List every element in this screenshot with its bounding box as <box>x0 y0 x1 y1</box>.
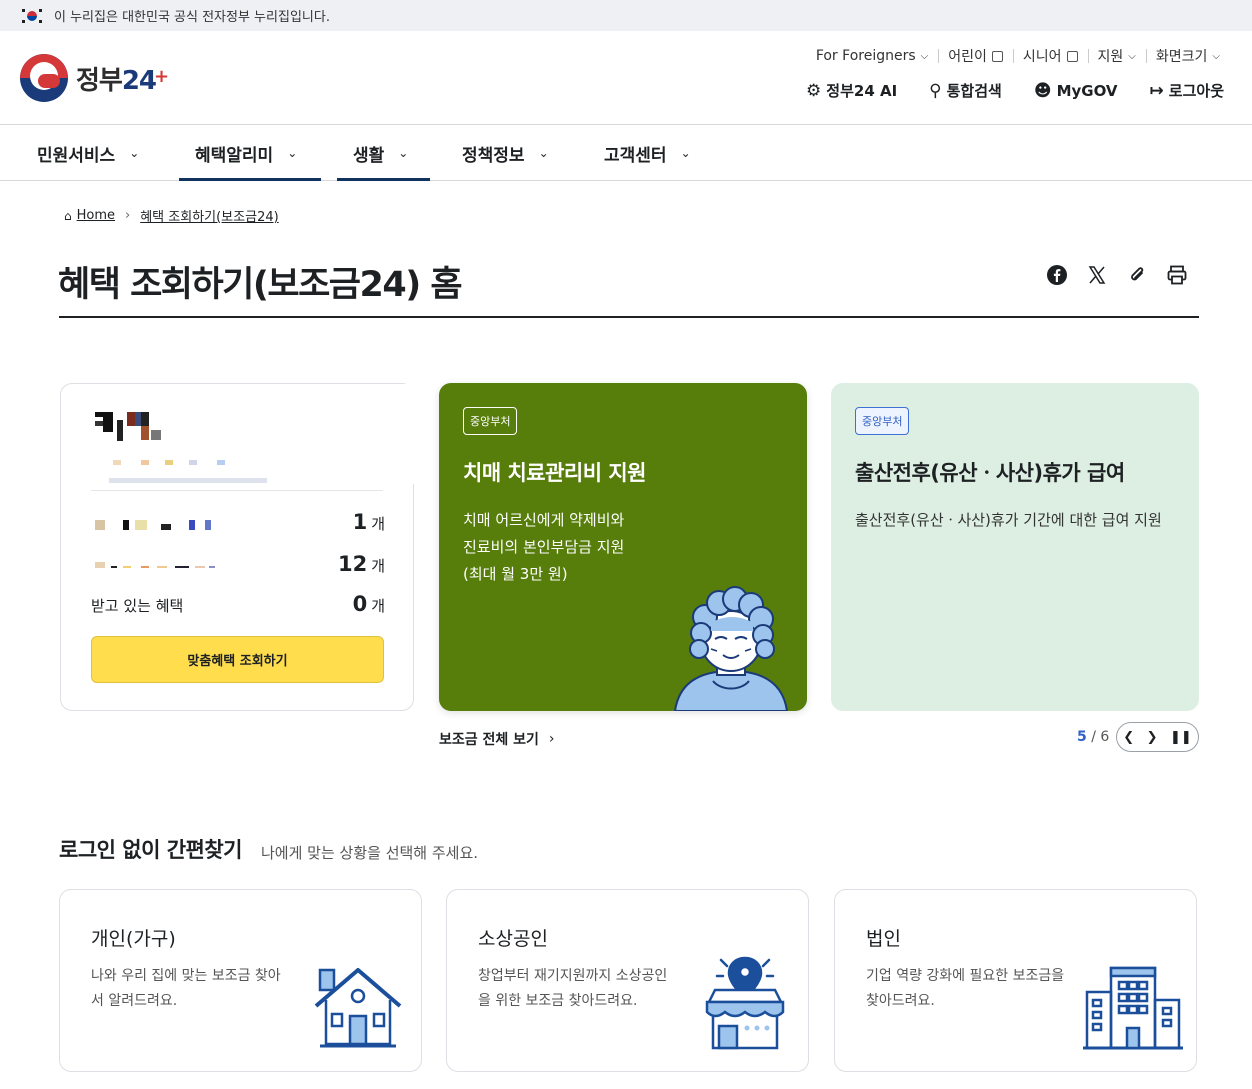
quick-card-title: 법인 <box>866 928 901 950</box>
custom-benefit-search-button[interactable]: 맞춤혜택 조회하기 <box>91 636 384 683</box>
office-building-icon <box>1083 966 1183 1050</box>
ai-robot-icon: ⚙ <box>806 80 822 101</box>
global-nav: 민원서비스 ⌄ 혜택알리미 ⌄ 생활 ⌄ 정책정보 ⌄ 고객센터 ⌄ <box>0 124 1252 181</box>
redacted-user-name <box>95 412 185 444</box>
util-for-foreigners[interactable]: For Foreigners ⌵ <box>806 48 938 64</box>
redacted-progress-bar <box>109 478 267 483</box>
home-icon: ⌂ <box>64 208 72 223</box>
chevron-down-icon: ⌄ <box>680 146 691 160</box>
quick-card-desc: 기업 역량 강화에 필요한 보조금을 찾아드려요. <box>866 968 1065 1009</box>
quick-card-title: 개인(가구) <box>91 928 176 950</box>
chevron-down-icon: ⌵ <box>1128 50 1136 62</box>
row2-count: 12 <box>337 552 368 576</box>
title-divider <box>59 316 1199 318</box>
next-slide-icon[interactable]: ❯ <box>1147 730 1158 745</box>
utility-nav: For Foreigners ⌵ 어린이 시니어 지원 ⌵ 화면크기 ⌵ <box>806 46 1230 66</box>
slide-controls: ❮ ❯ ❚❚ <box>1116 722 1199 752</box>
util-senior[interactable]: 시니어 <box>1012 46 1088 66</box>
quick-find-title: 로그인 없이 간편찾기 <box>59 838 243 862</box>
util-support[interactable]: 지원 ⌵ <box>1087 46 1146 66</box>
external-link-icon <box>991 50 1003 62</box>
quick-card-desc: 창업부터 재기지원까지 소상공인을 위한 보조금 찾아드려요. <box>478 968 668 1009</box>
benefit-tag: 중앙부처 <box>463 407 518 435</box>
gnb-policy-info[interactable]: 정책정보 ⌄ <box>462 125 549 181</box>
taegeuk-logo-icon <box>20 54 68 102</box>
mygov-button[interactable]: ☻ MyGOV <box>1034 81 1118 101</box>
row3-count: 0 <box>352 592 368 616</box>
quick-find-corporation[interactable]: 법인 기업 역량 강화에 필요한 보조금을 찾아드려요. <box>834 889 1197 1072</box>
search-icon: ⚲ <box>929 80 942 101</box>
chevron-down-icon: ⌄ <box>538 146 549 160</box>
receiving-benefits-label: 받고 있는 혜택 <box>91 597 184 615</box>
user-icon: ☻ <box>1033 80 1052 101</box>
quick-find-individual[interactable]: 개인(가구) 나와 우리 집에 맞는 보조금 찾아서 알려드려요. <box>59 889 422 1072</box>
benefit-title: 치매 치료관리비 지원 <box>463 461 647 485</box>
page-title: 혜택 조회하기(보조금24) 홈 <box>58 265 463 305</box>
facebook-icon[interactable] <box>1045 263 1069 287</box>
benefit-desc: 출산전후(유산ㆍ사산)휴가 기간에 대한 급여 지원 <box>855 511 1162 529</box>
print-icon[interactable] <box>1165 263 1189 287</box>
share-tools <box>1045 263 1205 287</box>
external-link-icon <box>1066 50 1078 62</box>
row1-count: 1 <box>352 510 368 534</box>
house-icon <box>314 968 402 1048</box>
breadcrumb: ⌂ Home › 혜택 조회하기(보조금24) <box>64 206 279 225</box>
quick-find-subtitle: 나에게 맞는 상황을 선택해 주세요. <box>261 844 479 862</box>
pager-current: 5 <box>1077 729 1087 745</box>
pause-icon[interactable]: ❚❚ <box>1170 730 1192 745</box>
main-utility-nav: ⚙ 정부24 AI ⚲ 통합검색 ☻ MyGOV ↦ 로그아웃 <box>774 80 1224 101</box>
benefit-card-dementia[interactable]: 중앙부처 치매 치료관리비 지원 치매 어르신에게 약제비와 진료비의 본인부담… <box>439 383 807 711</box>
pager-total: 6 <box>1100 729 1110 745</box>
benefit-card-maternity-leave[interactable]: 중앙부처 출산전후(유산ㆍ사산)휴가 급여 출산전후(유산ㆍ사산)휴가 기간에 … <box>831 383 1199 711</box>
benefit-desc: 치매 어르신에게 약제비와 진료비의 본인부담금 지원 (최대 월 3만 원) <box>463 511 625 583</box>
breadcrumb-separator-icon: › <box>125 208 131 223</box>
benefit-tag: 중앙부처 <box>855 407 910 435</box>
x-twitter-icon[interactable] <box>1085 263 1109 287</box>
logo-wordmark: 정부24 + <box>76 65 169 96</box>
chevron-down-icon: ⌄ <box>398 146 409 160</box>
gov-banner: 이 누리집은 대한민국 공식 전자정부 누리집입니다. <box>0 0 1252 31</box>
gnb-customer-center[interactable]: 고객센터 ⌄ <box>604 125 691 181</box>
logout-icon: ↦ <box>1149 80 1164 101</box>
gnb-life[interactable]: 생활 ⌄ <box>337 125 430 181</box>
benefit-title: 출산전후(유산ㆍ사산)휴가 급여 <box>855 461 1125 485</box>
senior-illustration-icon <box>673 586 789 711</box>
row2-unit: 개 <box>371 557 385 575</box>
user-benefit-summary-card: 1개 12 개 받고 있는 혜택 0개 맞춤혜택 조회하기 <box>60 383 414 711</box>
link-copy-icon[interactable] <box>1125 263 1149 287</box>
store-location-icon <box>705 956 785 1050</box>
chevron-down-icon: ⌄ <box>129 146 140 160</box>
util-screen-size[interactable]: 화면크기 ⌵ <box>1145 46 1230 66</box>
integrated-search-button[interactable]: ⚲ 통합검색 <box>929 80 1002 101</box>
quick-card-desc: 나와 우리 집에 맞는 보조금 찾아서 알려드려요. <box>91 968 281 1009</box>
chevron-down-icon: ⌄ <box>287 146 298 160</box>
gov24-ai-button[interactable]: ⚙ 정부24 AI <box>806 80 897 101</box>
breadcrumb-current[interactable]: 혜택 조회하기(보조금24) <box>140 206 278 225</box>
gnb-benefit-alert[interactable]: 혜택알리미 ⌄ <box>179 125 321 181</box>
user-card-row: 1개 <box>91 510 385 534</box>
chevron-down-icon: ⌵ <box>920 50 929 62</box>
row1-unit: 개 <box>371 515 385 533</box>
all-subsidies-link[interactable]: 보조금 전체 보기 › <box>439 729 555 749</box>
chevron-down-icon: ⌵ <box>1212 50 1220 62</box>
prev-slide-icon[interactable]: ❮ <box>1123 730 1134 745</box>
gnb-civil-service[interactable]: 민원서비스 ⌄ <box>37 125 139 181</box>
redacted-user-info <box>113 460 237 466</box>
quick-card-title: 소상공인 <box>478 928 548 950</box>
site-logo[interactable]: 정부24 + <box>20 54 169 102</box>
chevron-right-icon: › <box>548 731 555 747</box>
quick-find-small-business[interactable]: 소상공인 창업부터 재기지원까지 소상공인을 위한 보조금 찾아드려요. <box>446 889 809 1072</box>
gov-banner-text: 이 누리집은 대한민국 공식 전자정부 누리집입니다. <box>54 10 330 25</box>
korea-flag-icon <box>22 8 42 23</box>
breadcrumb-home[interactable]: Home <box>77 208 115 223</box>
row3-unit: 개 <box>371 597 385 615</box>
user-card-row: 받고 있는 혜택 0개 <box>91 592 385 616</box>
slide-pager: 5 / 6 <box>1077 729 1110 745</box>
redacted-row-label <box>91 520 211 534</box>
logout-button[interactable]: ↦ 로그아웃 <box>1150 80 1224 101</box>
util-kids[interactable]: 어린이 <box>938 46 1013 66</box>
